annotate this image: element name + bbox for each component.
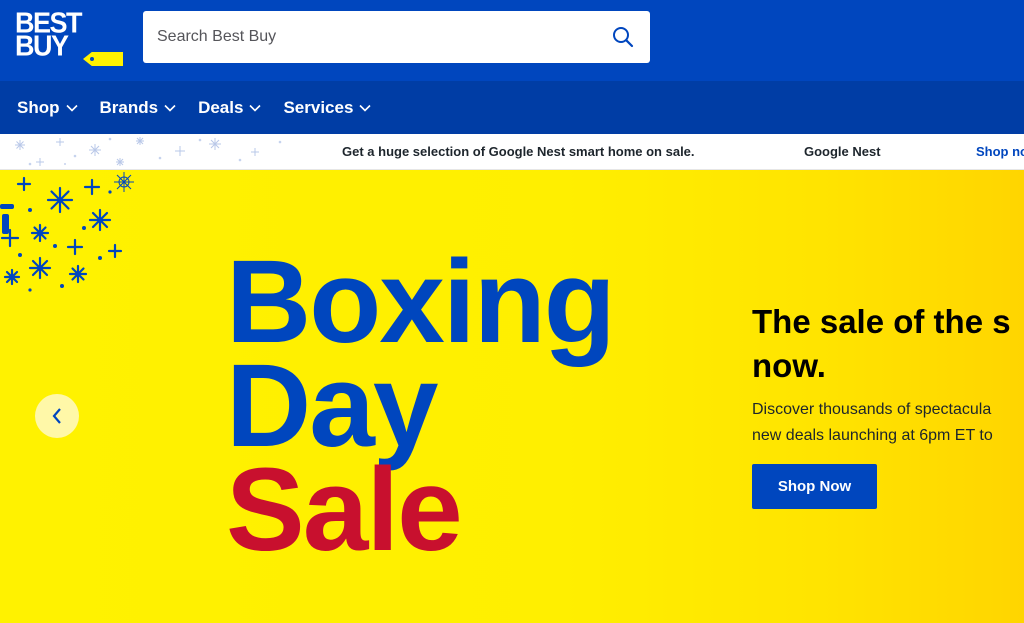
nav-item-label: Services	[283, 97, 354, 117]
promo-text: Get a huge selection of Google Nest smar…	[342, 144, 695, 159]
chevron-down-icon	[249, 104, 262, 112]
hero-description: Discover thousands of spectacula new dea…	[752, 397, 1024, 449]
hero-title: Boxing Day Sale	[226, 236, 616, 576]
nav-item-label: Shop	[17, 97, 60, 117]
promo-banner: Get a huge selection of Google Nest smar…	[0, 134, 1024, 170]
search-input[interactable]	[143, 11, 598, 63]
chevron-down-icon	[164, 104, 176, 112]
hero-heading: The sale of the s now.	[752, 300, 1024, 388]
snowflake-pattern-icon	[15, 137, 282, 166]
chevron-down-icon	[359, 104, 371, 112]
search-bar	[143, 11, 650, 63]
chevron-down-icon	[65, 104, 78, 112]
nav-item-label: Deals	[198, 97, 244, 117]
hero-banner: Boxing Day Sale The sale of the s now. D…	[0, 170, 1024, 623]
nav-item-label: Brands	[99, 97, 159, 117]
hero-title-line1: Boxing	[226, 236, 616, 368]
search-button[interactable]	[596, 11, 650, 63]
chevron-left-icon	[52, 408, 61, 424]
site-header: BEST BUY	[0, 0, 1024, 81]
nav-item-brands[interactable]: Brands	[100, 98, 177, 118]
promo-shop-link[interactable]: Shop no	[976, 144, 1024, 159]
nav-item-services[interactable]: Services	[283, 98, 371, 118]
nav-item-shop[interactable]: Shop	[17, 98, 78, 118]
hero-title-line3: Sale	[226, 444, 463, 576]
hero-heading-line2: now.	[752, 347, 826, 384]
hero-heading-line1: The sale of the s	[752, 303, 1011, 340]
snowflake-decoration-icon	[0, 172, 134, 292]
hero-description-line1: Discover thousands of spectacula	[752, 401, 992, 418]
promo-brand: Google Nest	[804, 144, 881, 159]
shop-now-button[interactable]: Shop Now	[752, 464, 877, 509]
best-buy-logo[interactable]: BEST BUY	[15, 9, 123, 68]
carousel-prev-button[interactable]	[35, 394, 79, 438]
hero-description-line2: new deals launching at 6pm ET to	[752, 427, 993, 444]
search-icon	[613, 27, 634, 48]
main-nav: Shop Brands Deals Services	[0, 81, 1024, 134]
hero-title-line2: Day	[226, 340, 438, 472]
nav-item-deals[interactable]: Deals	[198, 97, 262, 118]
